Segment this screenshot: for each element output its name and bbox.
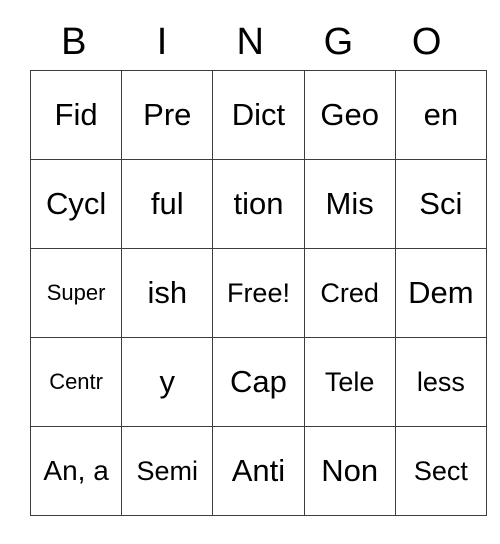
bingo-grid: Fid Pre Dict Geo en Cycl ful tion Mis Sc…: [29, 70, 487, 516]
bingo-cell-b3[interactable]: Super: [29, 248, 123, 338]
bingo-row: Cycl ful tion Mis Sci: [29, 159, 487, 249]
bingo-header-letter-g: G: [323, 21, 354, 63]
bingo-cell-o2[interactable]: Sci: [394, 159, 487, 249]
bingo-row: Centr y Cap Tele less: [29, 337, 487, 427]
bingo-cell-n2[interactable]: tion: [212, 159, 305, 249]
bingo-cell-free-space[interactable]: Free!: [212, 248, 305, 338]
bingo-header-letter-i: I: [156, 21, 168, 63]
bingo-header-letter-n: N: [236, 21, 265, 63]
bingo-cell-i3[interactable]: ish: [121, 248, 214, 338]
bingo-cell-i1[interactable]: Pre: [121, 70, 214, 160]
bingo-header-letter-b: B: [61, 21, 88, 63]
bingo-cell-n5[interactable]: Anti: [212, 426, 305, 516]
bingo-cell-n4[interactable]: Cap: [212, 337, 305, 427]
bingo-cell-b1[interactable]: Fid: [29, 70, 123, 160]
bingo-row: Fid Pre Dict Geo en: [29, 70, 487, 160]
bingo-cell-i5[interactable]: Semi: [121, 426, 214, 516]
bingo-header-row: B I N G O: [30, 14, 471, 70]
bingo-cell-b4[interactable]: Centr: [29, 337, 123, 427]
bingo-cell-o4[interactable]: less: [394, 337, 487, 427]
bingo-cell-g1[interactable]: Geo: [303, 70, 396, 160]
bingo-cell-b5[interactable]: An, a: [29, 426, 123, 516]
bingo-cell-o1[interactable]: en: [394, 70, 487, 160]
bingo-cell-g4[interactable]: Tele: [303, 337, 396, 427]
bingo-cell-g3[interactable]: Cred: [303, 248, 396, 338]
bingo-cell-o3[interactable]: Dem: [394, 248, 487, 338]
bingo-cell-n1[interactable]: Dict: [212, 70, 305, 160]
bingo-card: B I N G O Fid Pre Dict Geo en Cycl ful t…: [29, 14, 487, 516]
bingo-row: Super ish Free! Cred Dem: [29, 248, 487, 338]
bingo-cell-i4[interactable]: y: [121, 337, 214, 427]
bingo-header-letter-o: O: [411, 21, 442, 63]
bingo-cell-o5[interactable]: Sect: [394, 426, 487, 516]
bingo-cell-g5[interactable]: Non: [303, 426, 396, 516]
bingo-cell-i2[interactable]: ful: [121, 159, 214, 249]
bingo-row: An, a Semi Anti Non Sect: [29, 426, 487, 516]
bingo-cell-b2[interactable]: Cycl: [29, 159, 123, 249]
bingo-cell-g2[interactable]: Mis: [303, 159, 396, 249]
